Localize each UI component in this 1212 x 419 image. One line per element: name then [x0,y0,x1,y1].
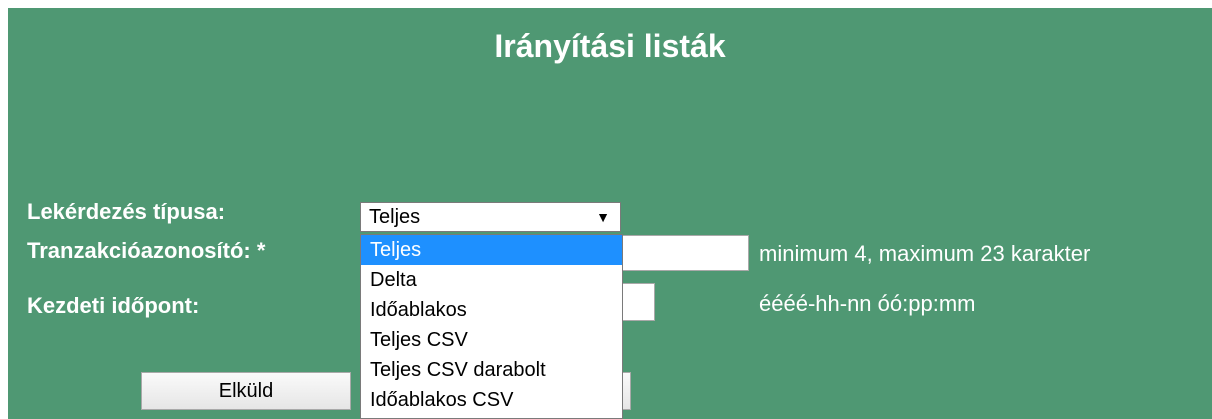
submit-button[interactable]: Elküld [141,372,351,410]
caret-down-icon: ▼ [596,209,610,225]
start-time-label: Kezdeti időpont: [27,293,200,318]
query-type-selected-value: Teljes [369,206,421,228]
option-delta[interactable]: Delta [361,265,622,295]
page-title: Irányítási listák [494,28,726,64]
transaction-id-label: Tranzakcióazonosító: * [27,238,266,263]
transaction-id-hint: minimum 4, maximum 23 karakter [759,241,1091,266]
query-type-select[interactable]: Teljes ▼ [360,202,621,232]
transaction-id-input[interactable] [618,235,749,271]
form-panel: Irányítási listák Lekérdezés típusa: Tra… [8,8,1212,419]
start-time-hint: éééé-hh-nn óó:pp:mm [759,291,976,316]
option-teljes-csv[interactable]: Teljes CSV [361,325,622,355]
query-type-label: Lekérdezés típusa: [27,199,226,224]
start-time-input[interactable] [618,283,655,321]
option-idoablakos-csv[interactable]: Időablakos CSV [361,385,622,415]
option-idoablakos[interactable]: Időablakos [361,295,622,325]
query-type-dropdown: Teljes Delta Időablakos Teljes CSV Telje… [360,234,623,419]
option-teljes[interactable]: Teljes [361,235,622,265]
option-teljes-csv-darabolt[interactable]: Teljes CSV darabolt [361,355,622,385]
